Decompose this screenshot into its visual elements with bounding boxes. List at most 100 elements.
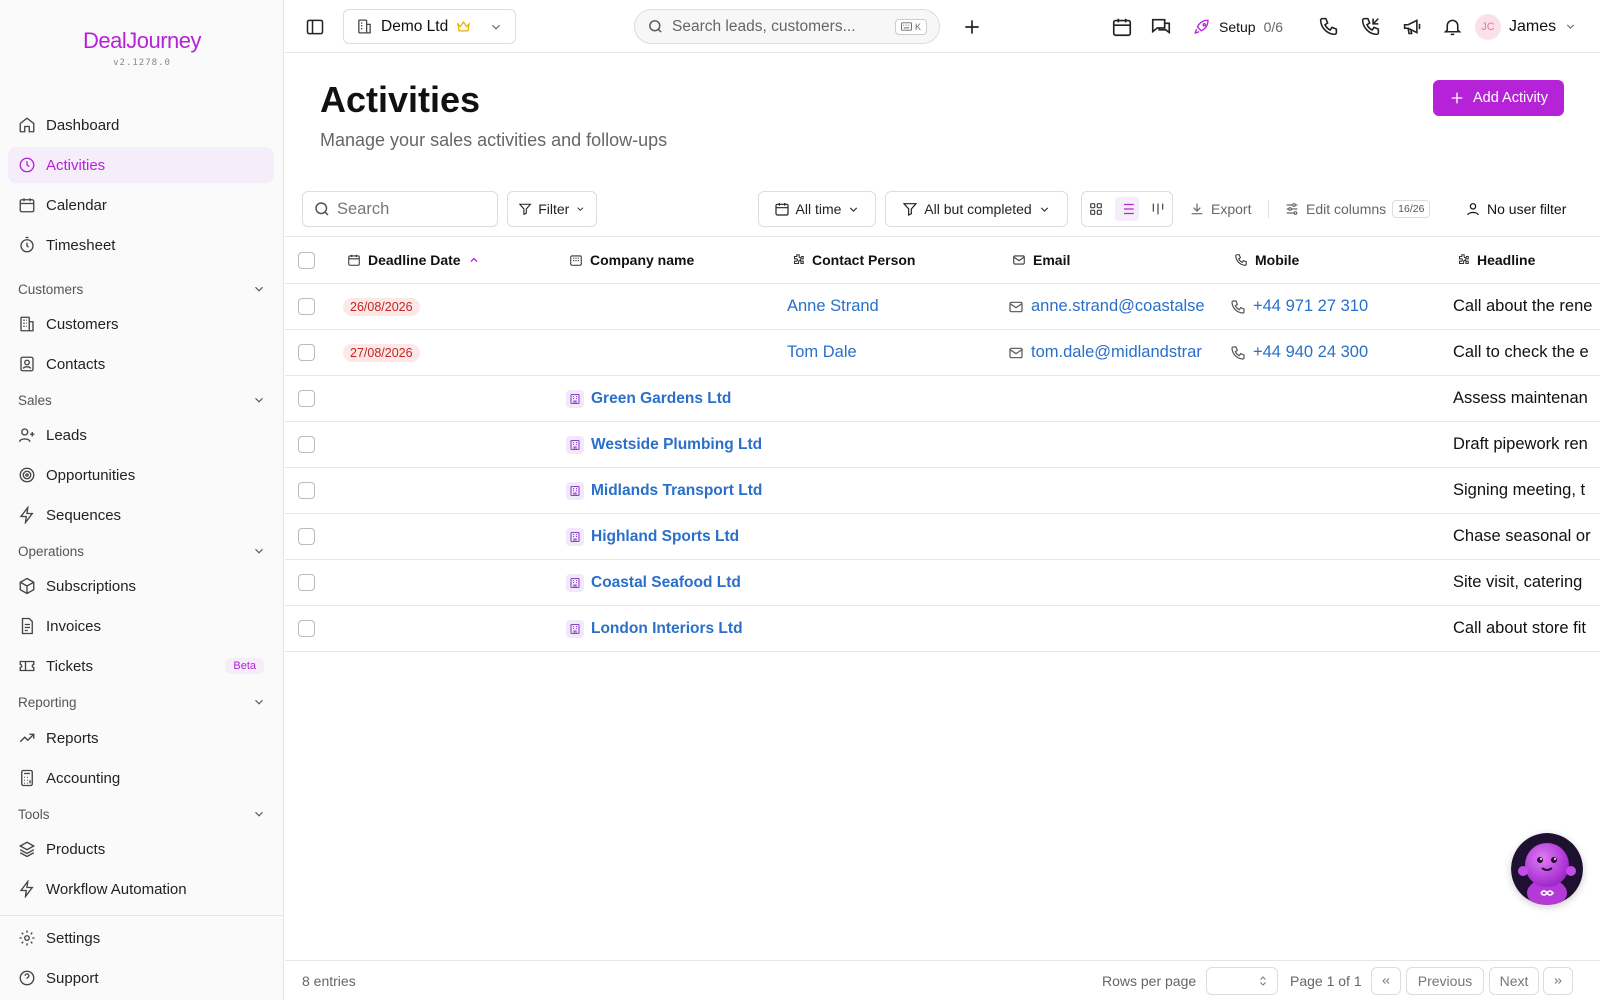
select-all-checkbox[interactable]	[298, 237, 315, 283]
status-filter-select[interactable]: All but completed	[885, 191, 1068, 227]
sidebar-item-support[interactable]: Support	[8, 960, 274, 996]
email-cell[interactable]: tom.dale@midlandstrar	[1008, 330, 1222, 375]
rows-per-page-select[interactable]	[1206, 967, 1278, 995]
company-link[interactable]: Green Gardens Ltd	[591, 390, 731, 408]
row-checkbox[interactable]	[298, 606, 315, 651]
company-cell[interactable]: Midlands Transport Ltd	[566, 468, 780, 513]
table-row[interactable]: Midlands Transport Ltd Signing meeting, …	[285, 468, 1600, 514]
time-range-select[interactable]: All time	[758, 191, 876, 227]
column-mobile[interactable]: Mobile	[1234, 237, 1299, 283]
sidebar-item-activities[interactable]: Activities	[8, 147, 274, 183]
user-filter-button[interactable]: No user filter	[1465, 191, 1566, 227]
section-operations[interactable]: Operations	[18, 539, 266, 563]
logo[interactable]: DealJourney v2.1278.0	[0, 28, 284, 68]
column-deadline-date[interactable]: Deadline Date	[347, 237, 480, 283]
list-view-icon[interactable]	[1114, 197, 1139, 221]
table-row[interactable]: Green Gardens Ltd Assess maintenan	[285, 376, 1600, 422]
sidebar-item-sequences[interactable]: Sequences	[8, 497, 274, 533]
kanban-view-icon[interactable]	[1150, 201, 1166, 217]
messages-button[interactable]	[1150, 0, 1172, 53]
contact-link[interactable]: Anne Strand	[787, 297, 879, 316]
company-link[interactable]: Westside Plumbing Ltd	[591, 436, 762, 454]
section-customers[interactable]: Customers	[18, 277, 266, 301]
sidebar-item-settings[interactable]: Settings	[8, 920, 274, 956]
email-cell[interactable]: anne.strand@coastalse	[1008, 284, 1222, 329]
company-link[interactable]: London Interiors Ltd	[591, 620, 743, 638]
sidebar-item-workflow-automation[interactable]: Workflow Automation	[8, 871, 274, 907]
sidebar-item-accounting[interactable]: Accounting	[8, 760, 274, 796]
last-page-button[interactable]	[1543, 967, 1573, 995]
column-email[interactable]: Email	[1012, 237, 1070, 283]
quick-add-button[interactable]	[962, 0, 982, 53]
sidebar-item-dashboard[interactable]: Dashboard	[8, 107, 274, 143]
sidebar-item-opportunities[interactable]: Opportunities	[8, 457, 274, 493]
table-row[interactable]: Westside Plumbing Ltd Draft pipework ren	[285, 422, 1600, 468]
next-page-button[interactable]: Next	[1489, 967, 1539, 995]
company-cell[interactable]: Highland Sports Ltd	[566, 514, 780, 559]
contact-cell[interactable]: Anne Strand	[787, 284, 1001, 329]
section-reporting[interactable]: Reporting	[18, 690, 266, 714]
column-company-name[interactable]: Company name	[569, 237, 694, 283]
search-input[interactable]: Search	[302, 191, 498, 227]
grid-view-icon[interactable]	[1088, 201, 1104, 217]
company-cell[interactable]: Green Gardens Ltd	[566, 376, 780, 421]
company-cell[interactable]: Westside Plumbing Ltd	[566, 422, 780, 467]
add-activity-button[interactable]: Add Activity	[1433, 80, 1564, 116]
email-link[interactable]: anne.strand@coastalse	[1031, 297, 1205, 316]
section-tools[interactable]: Tools	[18, 802, 266, 826]
contact-link[interactable]: Tom Dale	[787, 343, 857, 362]
sidebar-item-products[interactable]: Products	[8, 831, 274, 867]
export-button[interactable]: Export	[1189, 191, 1251, 227]
edit-columns-button[interactable]: Edit columns 16/26	[1284, 191, 1431, 227]
sidebar-item-leads[interactable]: Leads	[8, 417, 274, 453]
sidebar-item-subscriptions[interactable]: Subscriptions	[8, 568, 274, 604]
first-page-button[interactable]	[1371, 967, 1401, 995]
filter-button[interactable]: Filter	[507, 191, 597, 227]
table-row[interactable]: 26/08/2026 Anne Strand anne.strand@coast…	[285, 284, 1600, 330]
sidebar-item-tickets[interactable]: Tickets Beta	[8, 648, 274, 684]
toggle-sidebar-button[interactable]	[305, 0, 325, 53]
sidebar-item-calendar[interactable]: Calendar	[8, 187, 274, 223]
mobile-link[interactable]: +44 940 24 300	[1253, 343, 1368, 362]
company-link[interactable]: Coastal Seafood Ltd	[591, 574, 741, 592]
user-menu[interactable]: JC James	[1475, 0, 1577, 53]
announcements-button[interactable]	[1402, 0, 1423, 53]
company-link[interactable]: Midlands Transport Ltd	[591, 482, 762, 500]
assistant-bot-button[interactable]	[1511, 833, 1583, 905]
setup-progress[interactable]: Setup 0/6	[1193, 0, 1283, 53]
table-row[interactable]: 27/08/2026 Tom Dale tom.dale@midlandstra…	[285, 330, 1600, 376]
sidebar-item-reports[interactable]: Reports	[8, 720, 274, 756]
table-row[interactable]: Highland Sports Ltd Chase seasonal or	[285, 514, 1600, 560]
section-sales[interactable]: Sales	[18, 388, 266, 412]
row-checkbox[interactable]	[298, 514, 315, 559]
previous-page-button[interactable]: Previous	[1406, 967, 1484, 995]
notifications-button[interactable]	[1442, 0, 1463, 53]
table-row[interactable]: Coastal Seafood Ltd Site visit, catering	[285, 560, 1600, 606]
phone-button[interactable]	[1318, 0, 1339, 53]
row-checkbox[interactable]	[298, 330, 315, 375]
mobile-cell[interactable]: +44 940 24 300	[1230, 330, 1444, 375]
company-cell[interactable]: London Interiors Ltd	[566, 606, 780, 651]
column-contact-person[interactable]: Contact Person	[791, 237, 915, 283]
contact-cell[interactable]: Tom Dale	[787, 330, 1001, 375]
table-row[interactable]: London Interiors Ltd Call about store fi…	[285, 606, 1600, 652]
row-checkbox[interactable]	[298, 560, 315, 605]
sidebar-item-timesheet[interactable]: Timesheet	[8, 227, 274, 263]
row-checkbox[interactable]	[298, 468, 315, 513]
sidebar-item-customers[interactable]: Customers	[8, 306, 274, 342]
company-cell[interactable]: Coastal Seafood Ltd	[566, 560, 780, 605]
call-log-button[interactable]	[1360, 0, 1381, 53]
company-link[interactable]: Highland Sports Ltd	[591, 528, 739, 546]
sidebar-item-invoices[interactable]: Invoices	[8, 608, 274, 644]
column-headline[interactable]: Headline	[1456, 237, 1600, 283]
global-search[interactable]: Search leads, customers... K	[634, 9, 940, 44]
calendar-button[interactable]	[1111, 0, 1133, 53]
row-checkbox[interactable]	[298, 376, 315, 421]
row-checkbox[interactable]	[298, 284, 315, 329]
row-checkbox[interactable]	[298, 422, 315, 467]
sidebar-item-contacts[interactable]: Contacts	[8, 346, 274, 382]
company-selector[interactable]: Demo Ltd	[343, 9, 516, 44]
mobile-link[interactable]: +44 971 27 310	[1253, 297, 1368, 316]
mobile-cell[interactable]: +44 971 27 310	[1230, 284, 1444, 329]
email-link[interactable]: tom.dale@midlandstrar	[1031, 343, 1202, 362]
